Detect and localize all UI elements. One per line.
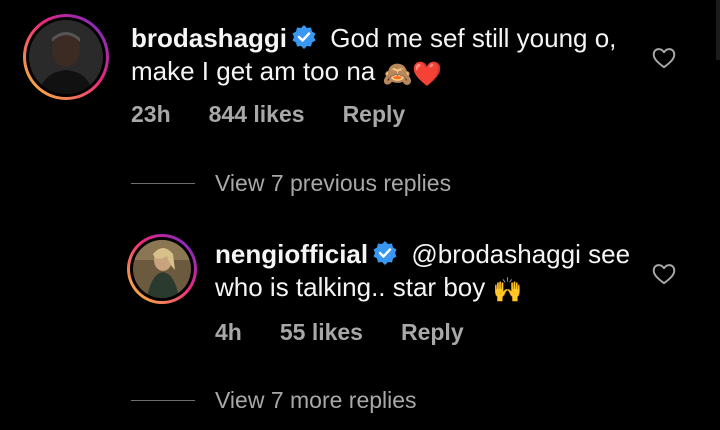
comment-brodashaggi: brodashaggi God me sef still young o, ma… (0, 0, 720, 140)
comment-meta: 4h 55 likes Reply (215, 319, 502, 346)
scrollbar[interactable] (716, 0, 720, 60)
view-replies-label[interactable]: View 7 more replies (215, 387, 417, 414)
divider-line (131, 399, 195, 401)
mention-link[interactable]: @brodashaggi (411, 239, 581, 269)
comment-emoji: 🙈❤️ (382, 61, 443, 88)
comment-text-block: nengiofficial @brodashaggi see who is ta… (215, 238, 635, 307)
comment-emoji: 🙌 (492, 277, 523, 304)
avatar-photo (29, 20, 103, 94)
comment-time: 23h (131, 101, 171, 127)
avatar-photo (133, 240, 191, 298)
like-count[interactable]: 55 likes (280, 319, 363, 345)
username[interactable]: brodashaggi (131, 23, 287, 53)
view-replies-label[interactable]: View 7 previous replies (215, 170, 451, 197)
comment-time: 4h (215, 319, 242, 345)
heart-outline-icon[interactable] (651, 45, 677, 71)
reply-button[interactable]: Reply (343, 101, 406, 127)
avatar-nengiofficial[interactable] (127, 234, 197, 304)
verified-badge-icon (373, 241, 397, 265)
verified-badge-icon (292, 25, 316, 49)
username[interactable]: nengiofficial (215, 239, 368, 269)
like-count[interactable]: 844 likes (209, 101, 305, 127)
view-more-replies[interactable]: View 7 more replies (131, 383, 417, 417)
divider-line (131, 182, 195, 184)
comment-text-block: brodashaggi God me sef still young o, ma… (131, 22, 631, 91)
reply-button[interactable]: Reply (401, 319, 464, 345)
heart-outline-icon[interactable] (651, 261, 677, 287)
avatar-brodashaggi[interactable] (23, 14, 109, 100)
comment-meta: 23h 844 likes Reply (131, 101, 443, 128)
comment-nengiofficial: nengiofficial @brodashaggi see who is ta… (0, 226, 720, 356)
view-previous-replies[interactable]: View 7 previous replies (131, 166, 451, 200)
